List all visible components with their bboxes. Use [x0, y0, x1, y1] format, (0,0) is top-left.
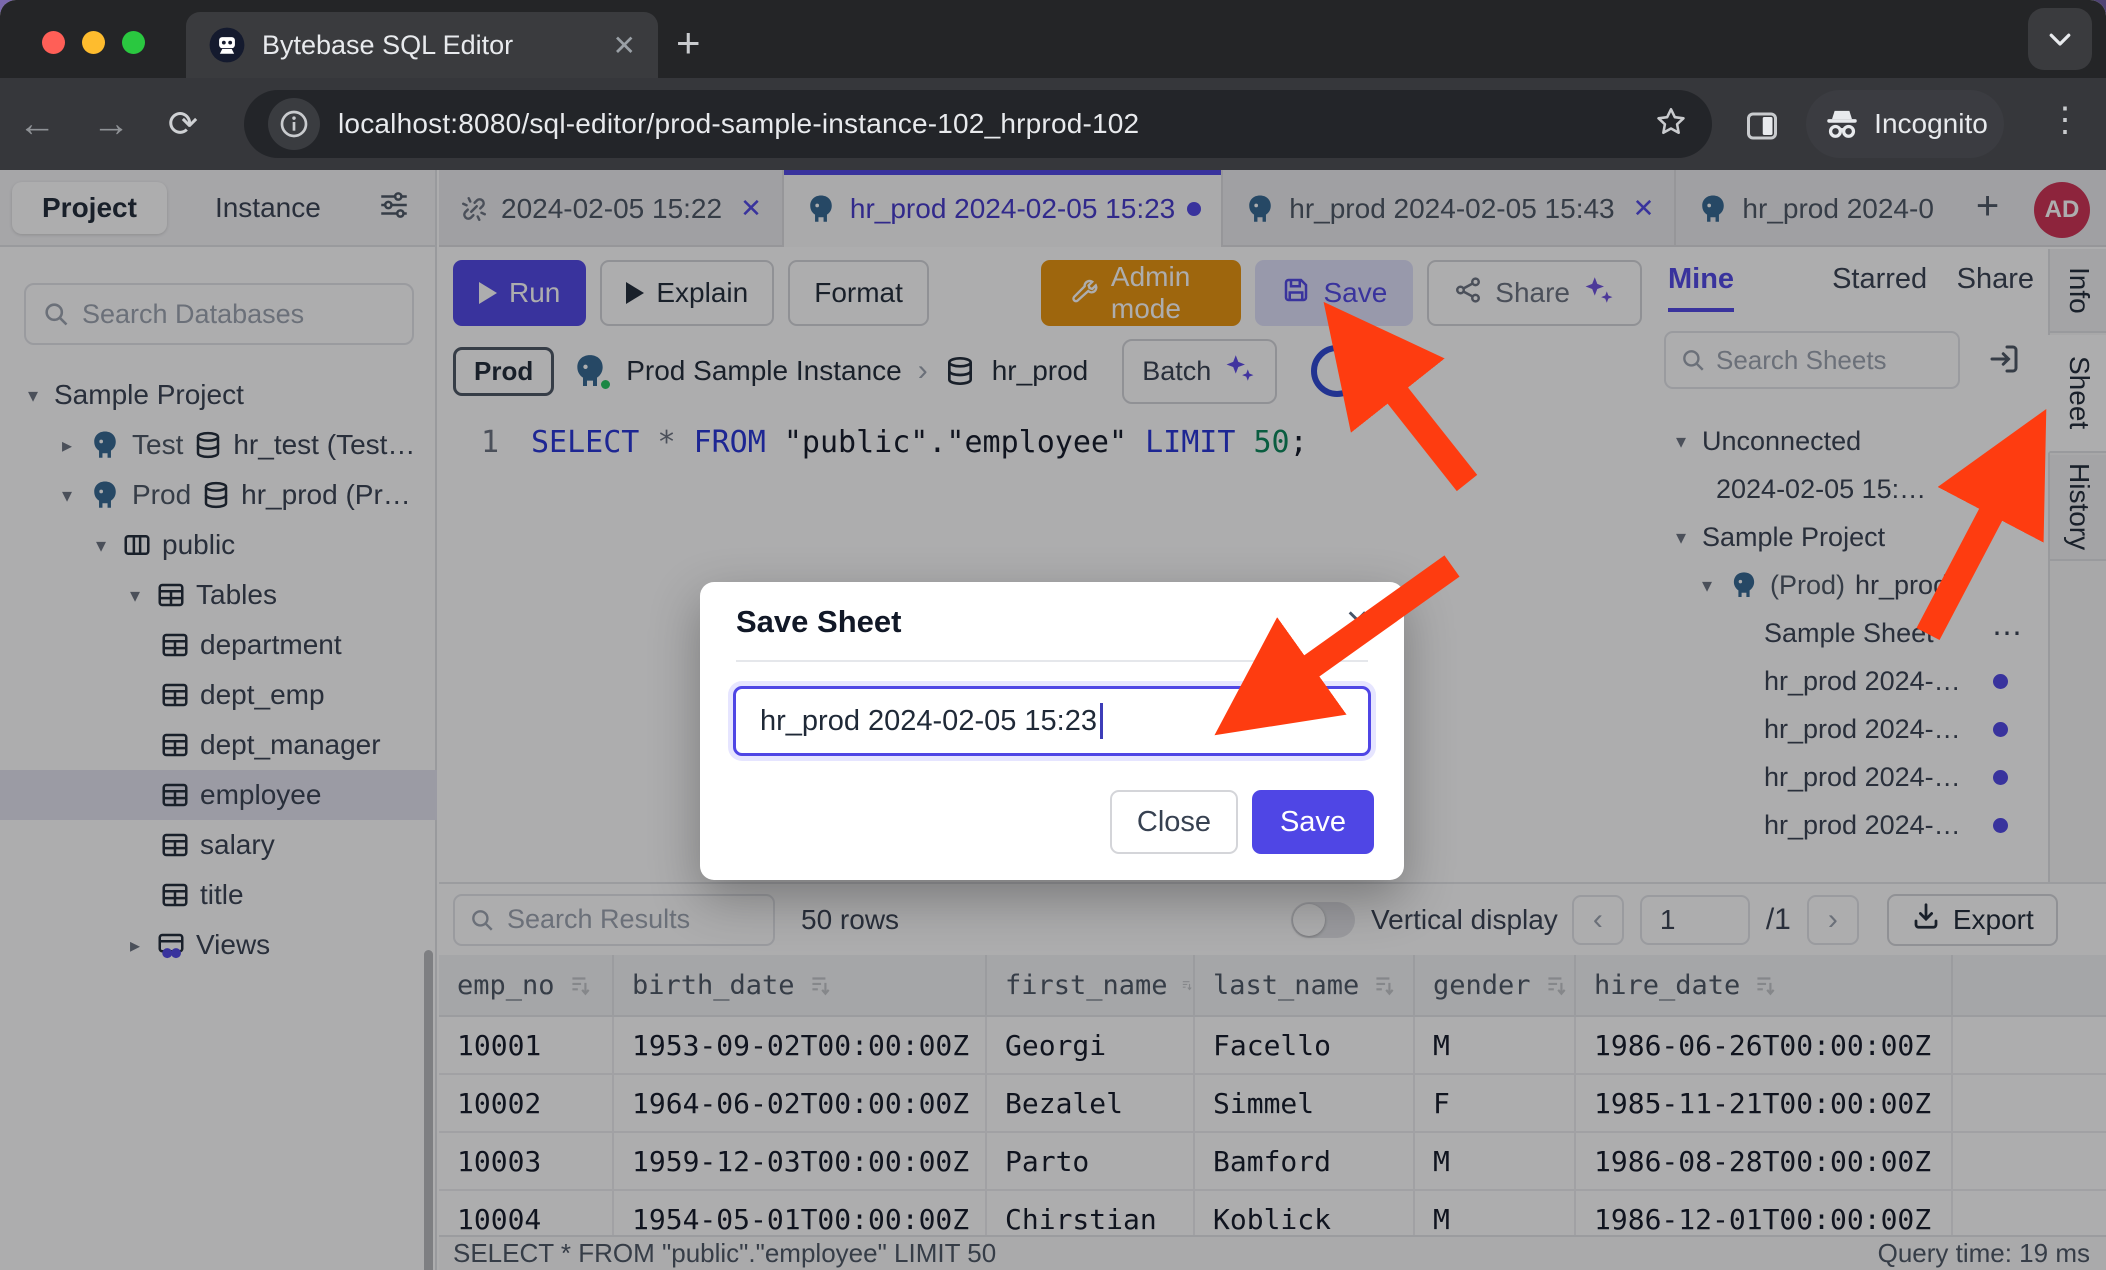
- dialog-close-button[interactable]: Close: [1110, 790, 1238, 854]
- browser-tab-title: Bytebase SQL Editor: [262, 30, 597, 61]
- dialog-save-button[interactable]: Save: [1252, 790, 1374, 854]
- bookmark-star-icon[interactable]: [1654, 105, 1688, 144]
- text-caret: [1100, 703, 1103, 739]
- browser-toolbar: ← → ⟳ localhost:8080/sql-editor/prod-sam…: [0, 78, 2106, 170]
- incognito-label: Incognito: [1874, 108, 1988, 140]
- back-button[interactable]: ←: [0, 103, 74, 146]
- incognito-badge[interactable]: Incognito: [1806, 90, 2004, 158]
- new-browser-tab-button[interactable]: +: [676, 22, 701, 64]
- browser-tab-close-icon[interactable]: ✕: [613, 29, 636, 62]
- url-text: localhost:8080/sql-editor/prod-sample-in…: [338, 108, 1654, 140]
- side-panel-icon[interactable]: [1744, 108, 1780, 149]
- url-bar[interactable]: localhost:8080/sql-editor/prod-sample-in…: [244, 90, 1712, 158]
- sheet-name-input[interactable]: hr_prod 2024-02-05 15:23: [733, 686, 1371, 756]
- mac-minimize-button[interactable]: [82, 31, 105, 54]
- dialog-title: Save Sheet: [736, 604, 901, 640]
- save-sheet-dialog: Save Sheet ✕ hr_prod 2024-02-05 15:23 Cl…: [700, 582, 1404, 880]
- browser-tab-strip: Bytebase SQL Editor ✕ +: [0, 0, 2106, 78]
- forward-button[interactable]: →: [74, 103, 148, 146]
- sheet-name-value: hr_prod 2024-02-05 15:23: [760, 705, 1097, 738]
- dialog-divider: [736, 660, 1368, 662]
- browser-window: Bytebase SQL Editor ✕ + ← → ⟳ localhost:…: [0, 0, 2106, 1270]
- mac-zoom-button[interactable]: [122, 31, 145, 54]
- mac-close-button[interactable]: [42, 31, 65, 54]
- browser-tab[interactable]: Bytebase SQL Editor ✕: [186, 12, 658, 78]
- reload-button[interactable]: ⟳: [148, 103, 218, 145]
- tab-overview-button[interactable]: [2028, 8, 2092, 70]
- bytebase-favicon: [208, 26, 246, 64]
- incognito-icon: [1822, 106, 1862, 142]
- browser-menu-icon[interactable]: ⋮: [2048, 100, 2082, 140]
- chevron-down-icon: [2045, 24, 2075, 54]
- dialog-close-icon[interactable]: ✕: [1345, 604, 1370, 639]
- site-info-icon[interactable]: [268, 98, 320, 150]
